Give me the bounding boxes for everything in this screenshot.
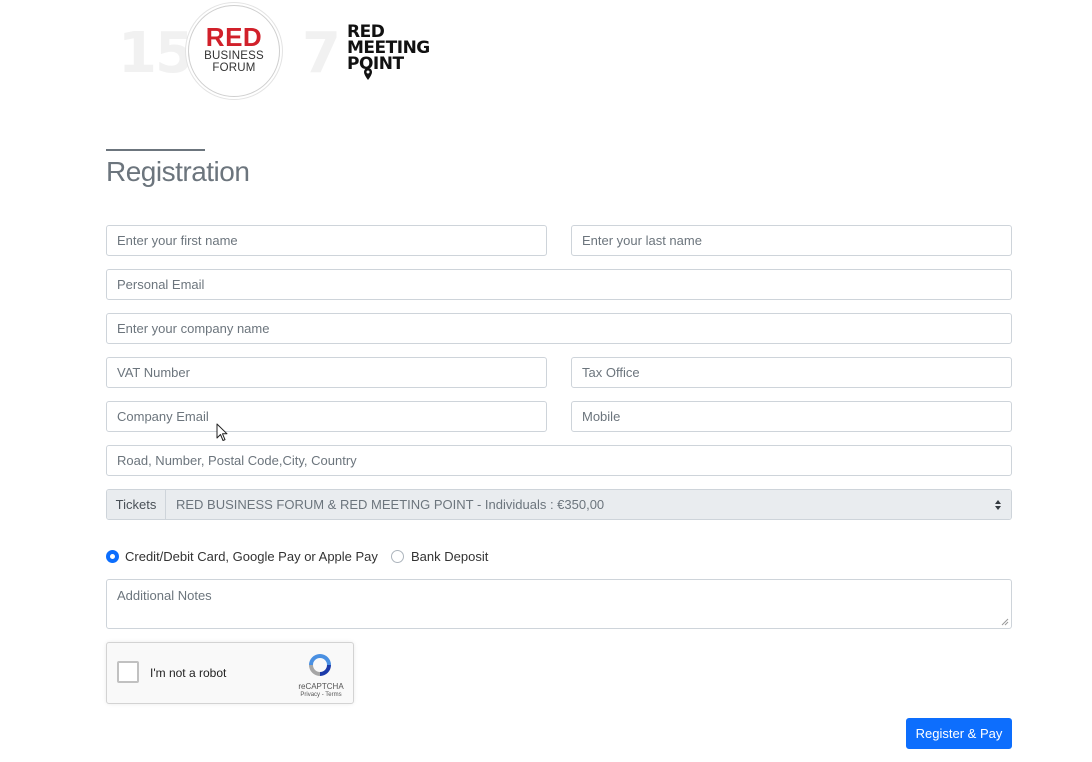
recaptcha-checkbox[interactable]: [117, 661, 139, 683]
select-arrows-icon: [995, 500, 1001, 510]
meeting-edition-number: 7: [302, 21, 341, 86]
mouse-cursor-icon: [216, 423, 228, 441]
page-title: Registration: [106, 156, 250, 187]
tax-office-input[interactable]: Tax Office: [571, 357, 1012, 388]
additional-notes-textarea[interactable]: Additional Notes: [106, 579, 1012, 629]
forum-edition-number: 15: [118, 21, 194, 86]
recaptcha-widget: I'm not a robot reCAPTCHA Privacy - Term…: [106, 642, 354, 704]
first-name-input[interactable]: Enter your first name: [106, 225, 547, 256]
forum-logo-line2: FORUM: [212, 62, 256, 74]
heading-rule: [106, 149, 205, 151]
payment-bank-label[interactable]: Bank Deposit: [411, 549, 488, 564]
tickets-selected-value: RED BUSINESS FORUM & RED MEETING POINT -…: [176, 497, 605, 512]
personal-email-input[interactable]: Personal Email: [106, 269, 1012, 300]
tickets-select-group: Tickets RED BUSINESS FORUM & RED MEETING…: [106, 489, 1012, 520]
register-pay-button[interactable]: Register & Pay: [906, 718, 1012, 749]
payment-card-radio[interactable]: [106, 550, 119, 563]
map-pin-icon: [364, 68, 372, 80]
red-business-forum-logo: RED BUSINESS FORUM: [188, 5, 280, 97]
mobile-input[interactable]: Mobile: [571, 401, 1012, 432]
meeting-logo-line3: POINT: [347, 54, 404, 74]
company-email-input[interactable]: Company Email: [106, 401, 547, 432]
tickets-select[interactable]: RED BUSINESS FORUM & RED MEETING POINT -…: [166, 490, 1011, 519]
forum-logo-line1: BUSINESS: [204, 50, 264, 62]
tickets-label: Tickets: [107, 490, 166, 519]
vat-number-input[interactable]: VAT Number: [106, 357, 547, 388]
address-input[interactable]: Road, Number, Postal Code,City, Country: [106, 445, 1012, 476]
last-name-input[interactable]: Enter your last name: [571, 225, 1012, 256]
notes-placeholder: Additional Notes: [117, 588, 212, 603]
recaptcha-brand: reCAPTCHA: [298, 682, 344, 691]
company-name-input[interactable]: Enter your company name: [106, 313, 1012, 344]
forum-logo-title: RED: [205, 22, 263, 52]
recaptcha-label: I'm not a robot: [150, 666, 227, 680]
recaptcha-logo-icon: [309, 654, 331, 676]
recaptcha-links[interactable]: Privacy - Terms: [293, 692, 349, 698]
payment-bank-radio[interactable]: [391, 550, 404, 563]
payment-card-label[interactable]: Credit/Debit Card, Google Pay or Apple P…: [125, 549, 378, 564]
resize-grip-icon[interactable]: [1001, 618, 1009, 626]
